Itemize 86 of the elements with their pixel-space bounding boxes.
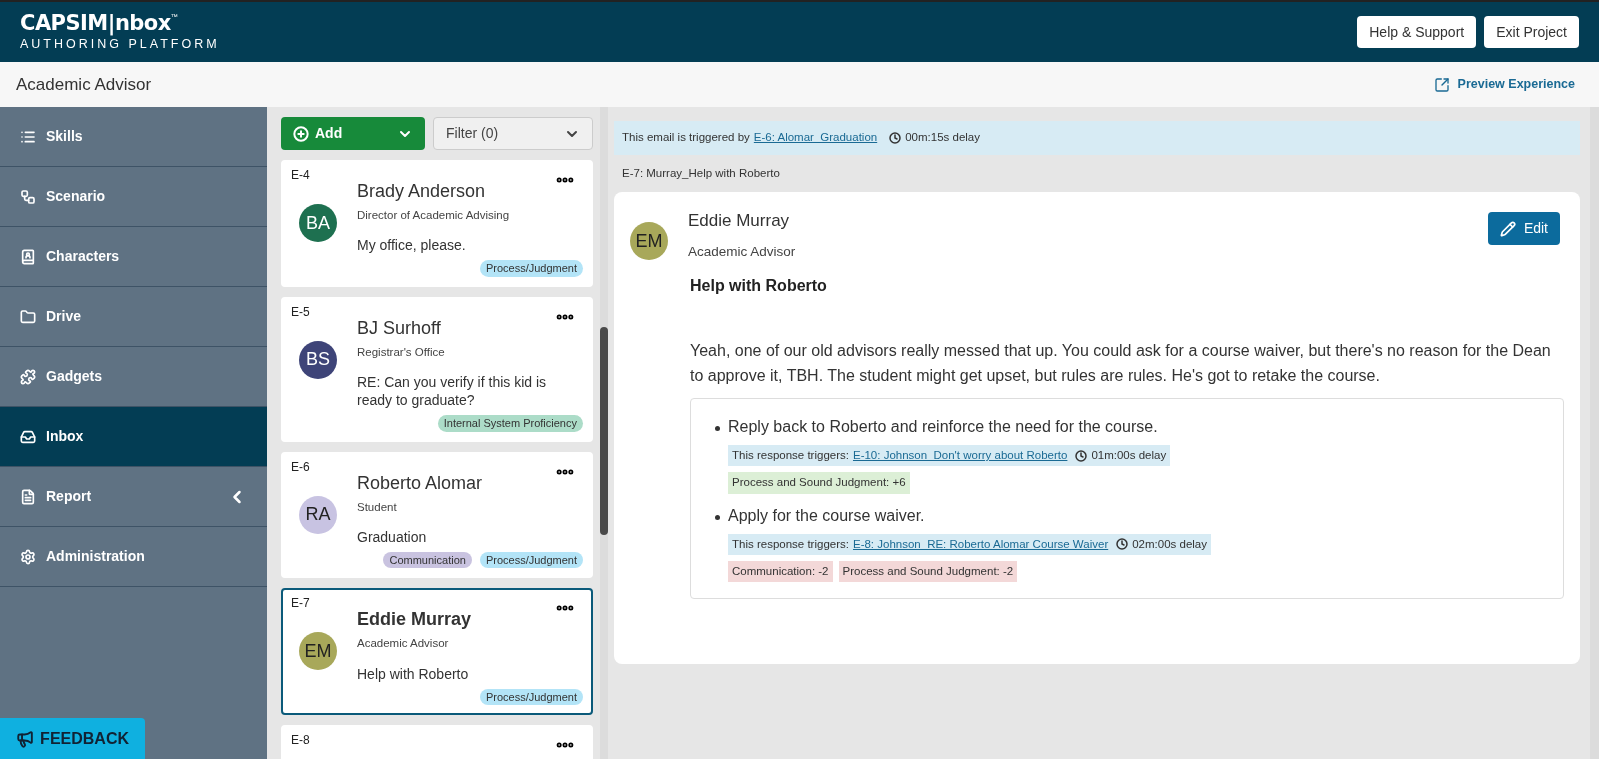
sender-name: Brady Anderson <box>357 180 486 203</box>
flow-icon <box>20 188 36 205</box>
sender-role: Registrar's Office <box>357 344 446 360</box>
avatar: BA <box>299 204 337 242</box>
sidebar-item[interactable]: Inbox <box>0 407 267 467</box>
header-button[interactable]: Exit Project <box>1484 16 1579 48</box>
clock-icon <box>1075 449 1088 462</box>
clock-icon <box>889 132 902 144</box>
trigger-text: This response triggers: <box>732 536 849 552</box>
avatar: EM <box>630 222 668 261</box>
trigger-text: This response triggers: <box>732 448 849 463</box>
inbox-icon <box>20 428 36 445</box>
scrollbar[interactable] <box>1590 107 1599 759</box>
email-body: Yeah, one of our old advisors really messed that up. You could ask for a course waiver, but there's no reason for the Dean to approve it, TBH. The student might get upset, but rules are rules. He's got to retake the course. <box>690 341 1552 386</box>
email-id: E-7 <box>291 595 310 613</box>
settings-icon <box>20 548 36 565</box>
sender-name: Eddie Murray <box>688 210 791 233</box>
folder-icon <box>20 308 36 325</box>
email-card[interactable]: E-4 BA Brady Anderson Director of Academic Advising My office, please. Process/Judgment <box>281 160 593 287</box>
puzzle-icon <box>20 368 36 385</box>
contact-book-icon <box>20 248 36 265</box>
email-card[interactable]: E-8 <box>281 725 593 759</box>
plus-icon <box>293 125 309 142</box>
feedback-button[interactable]: FEEDBACK <box>0 718 145 759</box>
document-icon <box>20 488 36 505</box>
email-subject: Help with Roberto <box>690 276 828 296</box>
email-card[interactable]: E-7 EM Eddie Murray Academic Advisor Help with Roberto Process/Judgment <box>281 588 593 715</box>
email-subject: RE: Can you verify if this kid is ready to graduate? <box>357 373 548 409</box>
delay-text: 01m:00s delay <box>1091 448 1167 463</box>
trigger-link[interactable]: E-6: Alomar_Graduation <box>753 129 878 147</box>
trigger-link[interactable]: E-8: Johnson_RE: Roberto Alomar Course Waiver <box>852 535 1109 553</box>
external-link-icon <box>1433 76 1450 93</box>
logo-subtitle: AUTHORING PLATFORM <box>20 38 220 51</box>
edit-button[interactable]: Edit <box>1487 212 1560 246</box>
bullet-icon <box>715 426 720 431</box>
sender-name: Eddie Murray <box>357 608 472 632</box>
avatar: EM <box>299 632 337 671</box>
trigger-text: This email is triggered by <box>622 130 750 146</box>
sender-role: Director of Academic Advising <box>357 208 511 223</box>
score-chip: Process and Sound Judgment: +6 <box>728 472 910 494</box>
clock-icon <box>1116 538 1129 551</box>
delay-text: 00m:15s delay <box>905 130 980 146</box>
email-id: E-6 <box>291 458 310 476</box>
skill-tag: Communication <box>383 551 472 569</box>
preview-link[interactable]: Preview Experience <box>1433 75 1583 94</box>
sidebar-item[interactable]: Skills <box>0 107 267 167</box>
sidebar-item[interactable]: Administration <box>0 527 267 587</box>
sidebar-item[interactable]: Scenario <box>0 167 267 227</box>
email-id: E-8 <box>291 732 310 749</box>
project-title: Academic Advisor <box>16 73 152 96</box>
bullet-icon <box>715 514 720 520</box>
sidebar-item[interactable]: Drive <box>0 287 267 347</box>
response-text: Apply for the course waiver. <box>728 505 925 526</box>
score-chip: Process and Sound Judgment: -2 <box>838 560 1018 582</box>
avatar: RA <box>299 495 337 534</box>
sender-name: Roberto Alomar <box>357 471 483 495</box>
sender-role: Student <box>357 499 398 515</box>
logo: CAPSIM|nbox <box>20 13 171 35</box>
sidebar-item[interactable]: Characters <box>0 227 267 287</box>
sender-role: Academic Advisor <box>357 636 450 652</box>
email-subject: Graduation <box>357 527 428 546</box>
score-chip: Communication: -2 <box>728 560 833 582</box>
email-title: E-7: Murray_Help with Roberto <box>621 166 781 181</box>
header-button[interactable]: Help & Support <box>1357 16 1477 48</box>
megaphone-icon <box>16 728 35 749</box>
add-button[interactable]: Add <box>281 117 425 150</box>
email-card[interactable]: E-6 RA Roberto Alomar Student Graduation Communication Process/Judgment <box>281 451 593 579</box>
response-text: Reply back to Roberto and reinforce the need for the course. <box>728 417 1158 437</box>
email-id: E-4 <box>291 167 310 184</box>
skill-tag: Process/Judgment <box>479 260 583 277</box>
email-subject: Help with Roberto <box>357 664 470 683</box>
email-id: E-5 <box>291 303 310 321</box>
delay-text: 02m:00s delay <box>1132 536 1207 552</box>
sender-name: BJ Surhoff <box>357 316 441 340</box>
email-subject: My office, please. <box>357 236 467 255</box>
avatar: BS <box>299 340 337 379</box>
email-card[interactable]: E-5 BS BJ Surhoff Registrar's Office RE: Can you verify if this kid is ready to graduate? Internal System Proficiency <box>281 296 593 442</box>
skill-tag: Process/Judgment <box>479 688 583 705</box>
sender-role: Academic Advisor <box>688 242 796 261</box>
trigger-link[interactable]: E-10: Johnson_Don't worry about Roberto <box>852 447 1068 465</box>
scrollbar[interactable] <box>600 107 608 759</box>
skill-tag: Process/Judgment <box>479 551 583 569</box>
sidebar-item[interactable]: Report <box>0 467 267 527</box>
skill-tag: Internal System Proficiency <box>437 415 583 432</box>
filter-button[interactable]: Filter (0) <box>433 117 593 150</box>
pencil-icon <box>1499 220 1516 237</box>
